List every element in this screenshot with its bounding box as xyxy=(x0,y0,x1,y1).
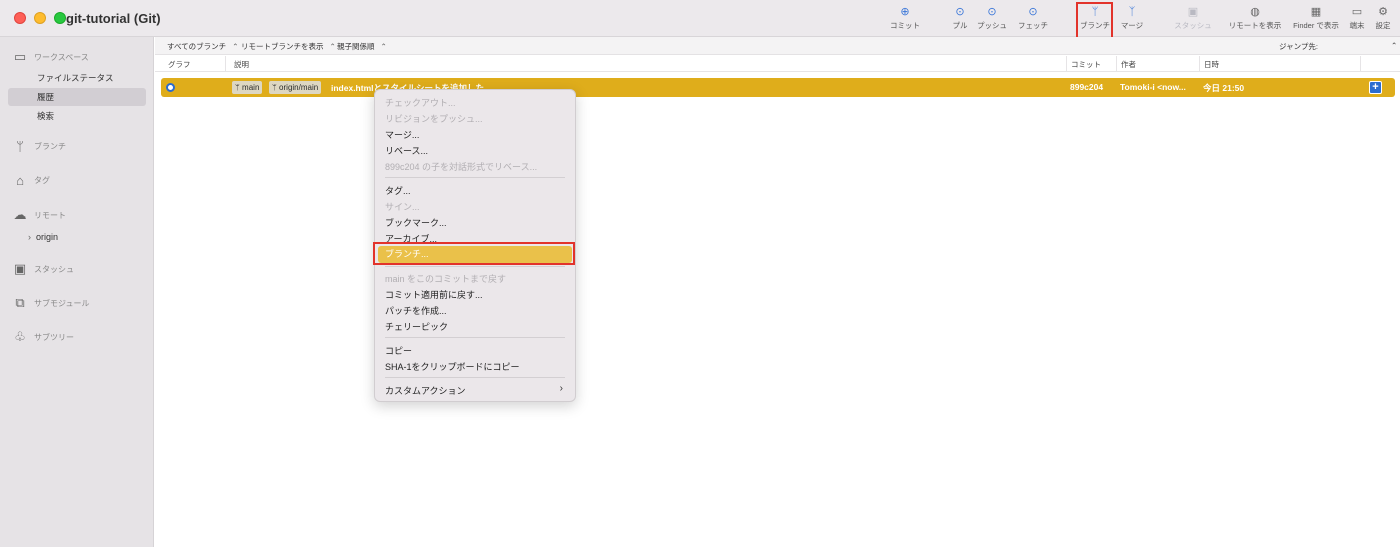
sidebar-item-origin[interactable]: › origin xyxy=(28,232,58,242)
menu-item-rebase[interactable]: リベース... xyxy=(385,144,428,157)
show-in-finder-button[interactable]: ▦ Finder で表示 xyxy=(1290,4,1342,36)
column-date[interactable]: 日時 xyxy=(1204,59,1219,70)
chevron-right-icon: › xyxy=(28,232,31,242)
pull-button[interactable]: ⊙ プル xyxy=(948,4,972,36)
commit-date: 今日 21:50 xyxy=(1203,83,1245,93)
monitor-icon: ▭ xyxy=(13,49,27,64)
menu-item-cherry-pick[interactable]: チェリーピック xyxy=(385,320,448,333)
menu-item-checkout[interactable]: チェックアウト... xyxy=(385,96,456,109)
terminal-button[interactable]: ▭ 端末 xyxy=(1346,4,1368,36)
stash-button[interactable]: ▣ スタッシュ xyxy=(1172,4,1214,36)
fetch-button[interactable]: ⊙ フェッチ xyxy=(1016,4,1050,36)
jump-to-select[interactable]: ジャンプ先: xyxy=(1279,41,1318,52)
sidebar-item-search[interactable]: 検索 xyxy=(8,107,146,125)
chevron-updown-icon[interactable]: ⌃ xyxy=(1391,41,1397,50)
subtree-icon: ♧ xyxy=(14,329,26,344)
filter-bar: すべてのブランチ ⌃ リモートブランチを表示 ⌃ 親子関係順 ⌃ ジャンプ先: ⌃ xyxy=(155,37,1400,55)
chevron-right-icon: › xyxy=(559,383,563,394)
column-description[interactable]: 説明 xyxy=(234,59,249,70)
window-controls xyxy=(14,12,66,24)
show-remote-button[interactable]: ◍ リモートを表示 xyxy=(1228,4,1282,36)
commit-button[interactable]: ⊕ コミット xyxy=(888,4,922,36)
menu-item-tag[interactable]: タグ... xyxy=(385,184,411,197)
sidebar: ▭ ワークスペース ファイルステータス 履歴 検索 ᛘ ブランチ ⌂ タグ ☁ … xyxy=(0,37,154,547)
arrow-down-circle-icon: ⊙ xyxy=(955,6,965,18)
minimize-window-button[interactable] xyxy=(34,12,46,24)
zoom-window-button[interactable] xyxy=(54,12,66,24)
sidebar-section-branches[interactable]: ᛘ ブランチ xyxy=(12,139,66,154)
push-button[interactable]: ⊙ プッシュ xyxy=(976,4,1008,36)
gear-icon: ⚙ xyxy=(1378,6,1388,18)
menu-separator xyxy=(385,377,565,378)
stash-icon: ▣ xyxy=(1187,6,1199,18)
branch-button-highlight xyxy=(1076,2,1113,39)
sidebar-section-workspace[interactable]: ▭ ワークスペース xyxy=(12,49,89,65)
branch-tag-origin-main[interactable]: ᛘ origin/main xyxy=(269,81,322,94)
branch-menu-highlight xyxy=(373,242,575,265)
order-select[interactable]: 親子関係順 ⌃ xyxy=(337,41,387,52)
branch-icon: ᛘ xyxy=(272,83,277,92)
menu-item-create-patch[interactable]: パッチを作成... xyxy=(385,304,447,317)
remote-filter-select[interactable]: リモートブランチを表示 ⌃ xyxy=(241,41,336,52)
commit-sha: 899c204 xyxy=(1070,82,1104,92)
menu-item-bookmark[interactable]: ブックマーク... xyxy=(385,216,447,229)
chevron-updown-icon: ⌃ xyxy=(380,42,387,51)
menu-item-sign[interactable]: サイン... xyxy=(385,200,420,213)
menu-separator xyxy=(385,266,565,267)
menu-item-custom-actions[interactable]: カスタムアクション xyxy=(385,384,466,397)
sidebar-section-tags[interactable]: ⌂ タグ xyxy=(12,173,50,188)
plus-circle-icon: ⊕ xyxy=(900,6,910,18)
window-title: git-tutorial (Git) xyxy=(66,11,161,26)
branch-filter-select[interactable]: すべてのブランチ ⌃ xyxy=(167,41,238,52)
menu-item-interactive-rebase[interactable]: 899c204 の子を対話形式でリベース... xyxy=(385,160,537,173)
branch-tag-main[interactable]: ᛘ main xyxy=(232,81,263,94)
menu-separator xyxy=(385,337,565,338)
column-commit[interactable]: コミット xyxy=(1071,59,1101,70)
graph-node xyxy=(166,83,175,92)
tag-icon: ⌂ xyxy=(16,173,24,188)
cloud-icon: ☁ xyxy=(13,207,27,222)
sidebar-section-subtrees[interactable]: ♧ サブツリー xyxy=(12,329,74,345)
menu-item-reset[interactable]: main をこのコミットまで戻す xyxy=(385,272,506,285)
commit-row[interactable]: ᛘ main ᛘ origin/main index.htmlとスタイルシートを… xyxy=(161,78,1395,97)
terminal-icon: ▭ xyxy=(1351,6,1363,18)
sidebar-section-remotes[interactable]: ☁ リモート xyxy=(12,207,67,223)
menu-separator xyxy=(385,177,565,178)
sidebar-item-history[interactable]: 履歴 xyxy=(8,88,146,106)
menu-item-merge[interactable]: マージ... xyxy=(385,128,419,141)
merge-button[interactable]: ᛉ マージ xyxy=(1118,4,1146,36)
menu-item-copy[interactable]: コピー xyxy=(385,344,412,357)
sidebar-item-file-status[interactable]: ファイルステータス xyxy=(8,69,146,87)
column-graph[interactable]: グラフ xyxy=(168,59,191,70)
commit-author: Tomoki-i <now... xyxy=(1120,82,1186,92)
branch-icon: ᛘ xyxy=(235,83,240,92)
add-button[interactable]: + xyxy=(1369,81,1382,94)
menu-item-push-revision[interactable]: リビジョンをプッシュ... xyxy=(385,112,483,125)
merge-icon: ᛉ xyxy=(1128,6,1136,18)
finder-icon: ▦ xyxy=(1310,6,1322,18)
sidebar-section-submodules[interactable]: ⧉ サブモジュール xyxy=(12,295,89,311)
column-header: グラフ 説明 コミット 作者 日時 xyxy=(155,56,1400,72)
submodule-icon: ⧉ xyxy=(15,295,25,310)
menu-item-revert[interactable]: コミット適用前に戻す... xyxy=(385,288,483,301)
sidebar-section-stash[interactable]: ▣ スタッシュ xyxy=(12,261,74,277)
globe-icon: ◍ xyxy=(1250,6,1260,18)
title-bar: git-tutorial (Git) ⊕ コミット ⊙ プル ⊙ プッシュ ⊙ … xyxy=(0,0,1400,39)
column-author[interactable]: 作者 xyxy=(1121,59,1136,70)
chevron-updown-icon: ⌃ xyxy=(329,42,336,51)
chevron-updown-icon: ⌃ xyxy=(232,42,239,51)
close-window-button[interactable] xyxy=(14,12,26,24)
stash-icon: ▣ xyxy=(13,261,27,276)
arrow-up-circle-icon: ⊙ xyxy=(987,6,997,18)
arrow-down-dashed-circle-icon: ⊙ xyxy=(1028,6,1038,18)
menu-item-copy-sha[interactable]: SHA-1をクリップボードにコピー xyxy=(385,360,520,373)
branch-icon: ᛘ xyxy=(16,139,24,154)
settings-button[interactable]: ⚙ 設定 xyxy=(1372,4,1394,36)
